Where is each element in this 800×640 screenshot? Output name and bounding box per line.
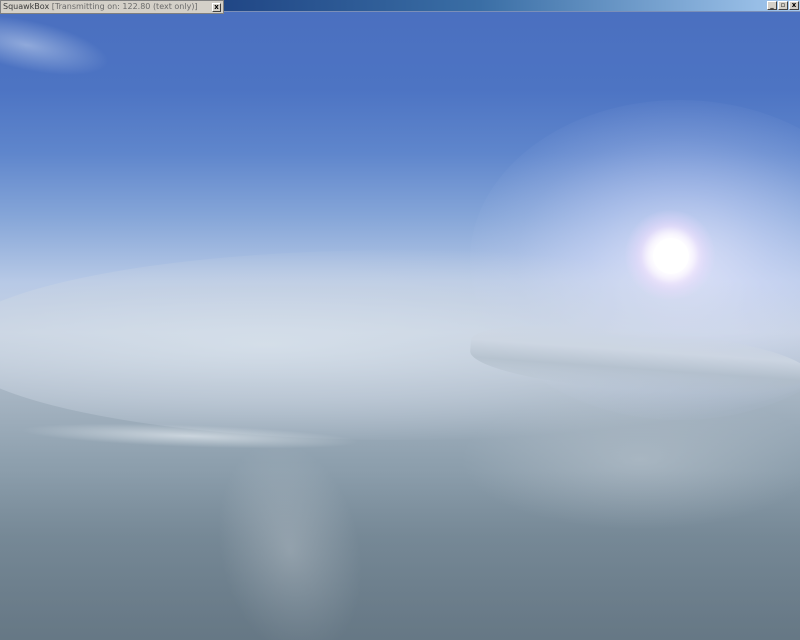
squawkbox-status: [Transmitting on: 122.80 (text only)] xyxy=(51,2,198,11)
squawkbox-close-button[interactable]: x xyxy=(212,2,221,12)
ground xyxy=(0,470,800,640)
squawkbox-window[interactable]: SquawkBox [Transmitting on: 122.80 (text… xyxy=(0,0,224,14)
window-controls: _ ▫ x xyxy=(767,1,799,10)
sun-core xyxy=(653,238,689,274)
restore-button[interactable]: ▫ xyxy=(778,1,788,10)
squawkbox-app-name: SquawkBox xyxy=(3,2,50,11)
squawkbox-title: SquawkBox [Transmitting on: 122.80 (text… xyxy=(3,1,212,13)
simulator-view: _ ▫ x SquawkBox [Transmitting on: 122.80… xyxy=(0,0,800,640)
minimize-button[interactable]: _ xyxy=(767,1,777,10)
close-button[interactable]: x xyxy=(789,1,799,10)
